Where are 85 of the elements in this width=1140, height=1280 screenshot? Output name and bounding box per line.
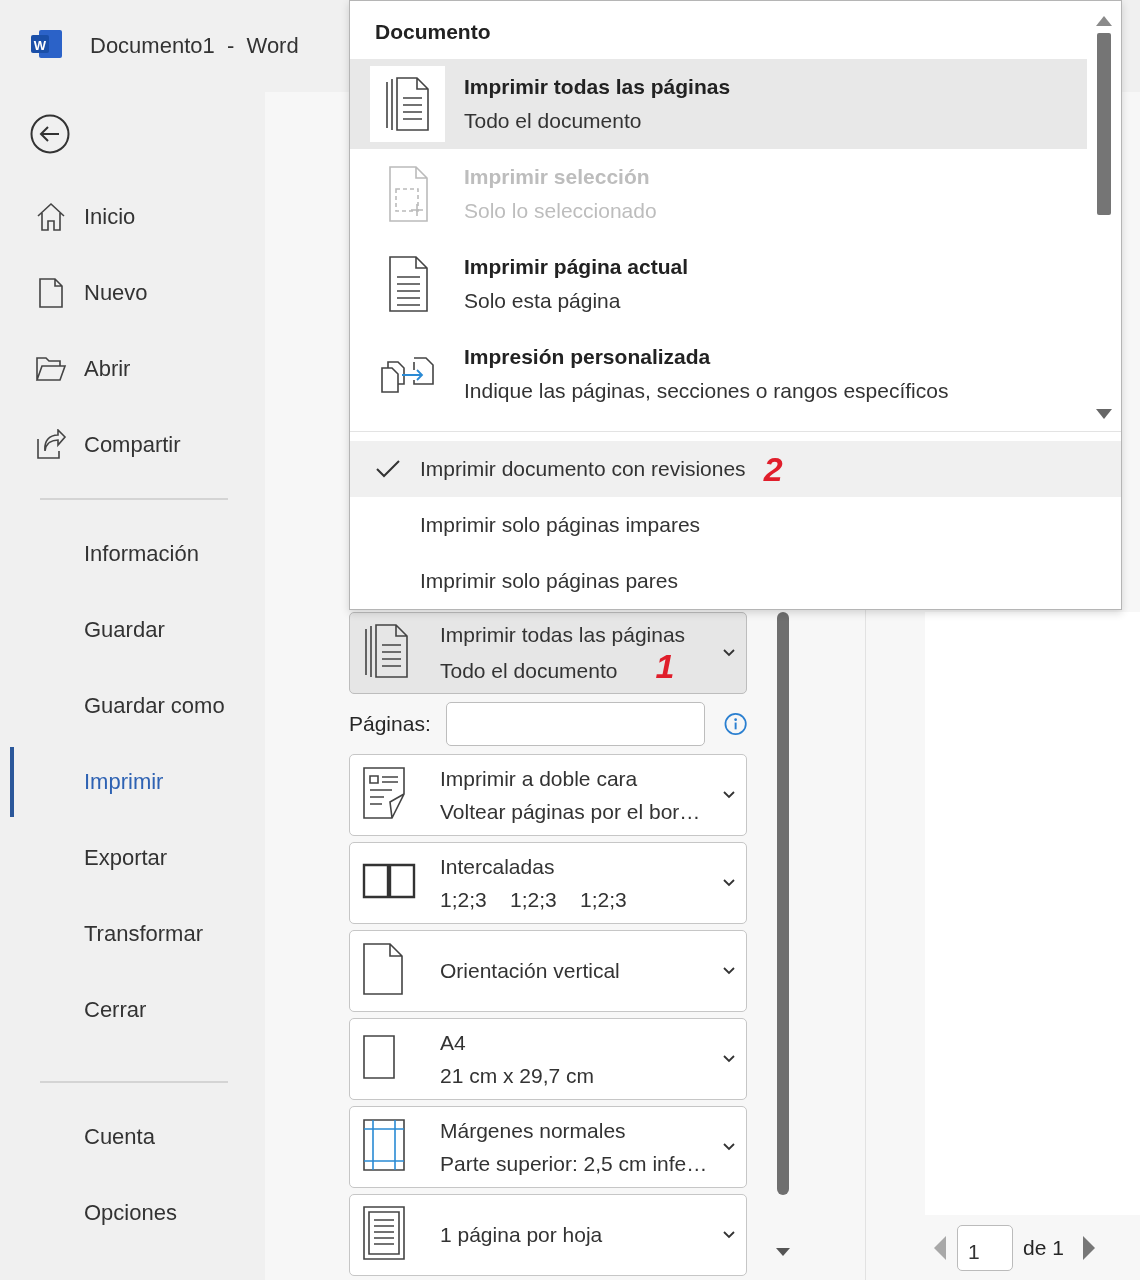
scroll-down-icon[interactable] [775, 1247, 791, 1257]
print-setting-dropdown[interactable]: Imprimir a doble cara Voltear páginas por el bor… [349, 754, 747, 836]
setting-title: Intercaladas [440, 854, 556, 879]
menu-item-subtitle: Todo el documento [464, 109, 643, 133]
setting-title: A4 [440, 1030, 467, 1055]
sidebar-item[interactable]: Opciones [84, 1200, 177, 1226]
menu-item[interactable]: Imprimir todas las páginas Todo el documento [350, 59, 1087, 149]
menu-option[interactable]: Imprimir solo páginas impares [350, 497, 1121, 553]
folder-icon [35, 355, 67, 383]
option-label: Imprimir documento con revisiones [420, 457, 746, 481]
chevron-down-icon [722, 966, 736, 976]
option-label: Imprimir solo páginas impares [420, 513, 701, 537]
scroll-down-icon[interactable] [1095, 408, 1113, 420]
chevron-down-icon [722, 1054, 736, 1064]
menu-item-title: Imprimir selección [464, 165, 651, 189]
print-setting-dropdown[interactable]: 1 página por hoja [349, 1194, 747, 1276]
page-lines-icon [362, 1204, 406, 1261]
sidebar-item[interactable]: Guardar [84, 617, 165, 643]
sidebar-item[interactable]: Guardar como [84, 693, 225, 719]
sidebar-item[interactable]: Imprimir [84, 769, 164, 795]
print-setting-dropdown[interactable]: A4 21 cm x 29,7 cm [349, 1018, 747, 1100]
sidebar-item[interactable]: Información [84, 541, 199, 567]
chevron-down-icon [722, 1142, 736, 1152]
duplex-page-icon [362, 765, 406, 820]
menu-item[interactable]: Imprimir página actual Solo esta página [350, 239, 1087, 329]
page-total: de 1 [1023, 1236, 1064, 1260]
menu-item-subtitle: Solo lo seleccionado [464, 199, 657, 223]
pages-arrow-icon [379, 354, 436, 394]
scrollbar-thumb[interactable] [777, 612, 789, 1195]
print-setting-dropdown[interactable]: Márgenes normales Parte superior: 2,5 cm infe… [349, 1106, 747, 1188]
chevron-down-icon [722, 1230, 736, 1240]
sidebar-item[interactable]: Inicio [84, 204, 136, 230]
scroll-up-icon[interactable] [1095, 15, 1113, 27]
sidebar-item[interactable]: Compartir [84, 432, 181, 458]
field-label: Páginas: [349, 712, 432, 736]
setting-title: Márgenes normales [440, 1118, 627, 1143]
chevron-down-icon [722, 878, 736, 888]
home-icon [35, 201, 67, 233]
setting-title: Orientación vertical [440, 959, 621, 983]
menu-item[interactable]: Impresión personalizada Indique las páginas, secciones o rangos específicos [350, 329, 1087, 419]
menu-option[interactable]: Imprimir documento con revisiones 2 [350, 441, 1121, 497]
menu-item-subtitle: Indique las páginas, secciones o rangos específicos [464, 379, 949, 403]
menu-option[interactable]: Imprimir solo páginas pares [350, 553, 1121, 609]
chevron-down-icon [722, 648, 736, 658]
scrollbar-thumb[interactable] [1097, 33, 1111, 215]
paper-icon [362, 1033, 396, 1080]
previous-page-icon[interactable] [933, 1235, 947, 1261]
setting-subtitle: Parte superior: 2,5 cm infe… [440, 1151, 708, 1175]
sidebar-item[interactable]: Cerrar [84, 997, 147, 1023]
chevron-down-icon [722, 790, 736, 800]
sidebar-item[interactable]: Abrir [84, 356, 131, 382]
pages-input-field[interactable] [445, 702, 705, 746]
print-setting-dropdown[interactable]: Orientación vertical [349, 930, 747, 1012]
setting-title: 1 página por hoja [440, 1223, 604, 1247]
option-label: Imprimir solo páginas pares [420, 569, 678, 593]
back-icon[interactable] [30, 114, 70, 154]
menu-item-title: Impresión personalizada [464, 345, 712, 369]
annotation-number: 2 [763, 459, 783, 479]
next-page-icon[interactable] [1081, 1235, 1096, 1261]
sidebar-item[interactable]: Exportar [84, 845, 168, 871]
print-setting-dropdown[interactable]: Intercaladas 1;2;3 1;2;3 1;2;3 [349, 842, 747, 924]
annotation-number: 1 [655, 647, 675, 685]
menu-item-title: Imprimir todas las páginas [464, 75, 731, 99]
sidebar-item[interactable]: Transformar [84, 921, 203, 947]
menu-header: Documento [374, 19, 492, 45]
setting-subtitle: 1;2;3 1;2;3 1;2;3 [440, 887, 627, 911]
print-setting-dropdown[interactable]: Imprimir todas las páginas Todo el documento 1 [349, 612, 747, 694]
sidebar-item[interactable]: Cuenta [84, 1124, 155, 1150]
setting-title: Imprimir todas las páginas [440, 623, 687, 647]
menu-item-title: Imprimir página actual [464, 255, 689, 279]
setting-subtitle: Todo el documento [440, 659, 618, 682]
setting-title: Imprimir a doble cara [440, 766, 639, 791]
margins-icon [362, 1117, 406, 1172]
menu-item-subtitle: Solo esta página [464, 289, 622, 313]
info-icon[interactable] [723, 712, 747, 736]
sidebar-item[interactable]: Nuevo [84, 280, 148, 306]
page-number-field[interactable]: 1 [957, 1225, 1013, 1271]
window-title: Documento1 - Word [90, 33, 299, 59]
setting-subtitle: 21 cm x 29,7 cm [440, 1063, 595, 1087]
page-icon [362, 941, 404, 996]
page-icon [38, 277, 64, 309]
setting-subtitle: Voltear páginas por el bor… [440, 799, 701, 823]
checkmark-icon [375, 459, 401, 479]
two-pages-icon [362, 862, 416, 899]
share-icon [35, 429, 67, 461]
